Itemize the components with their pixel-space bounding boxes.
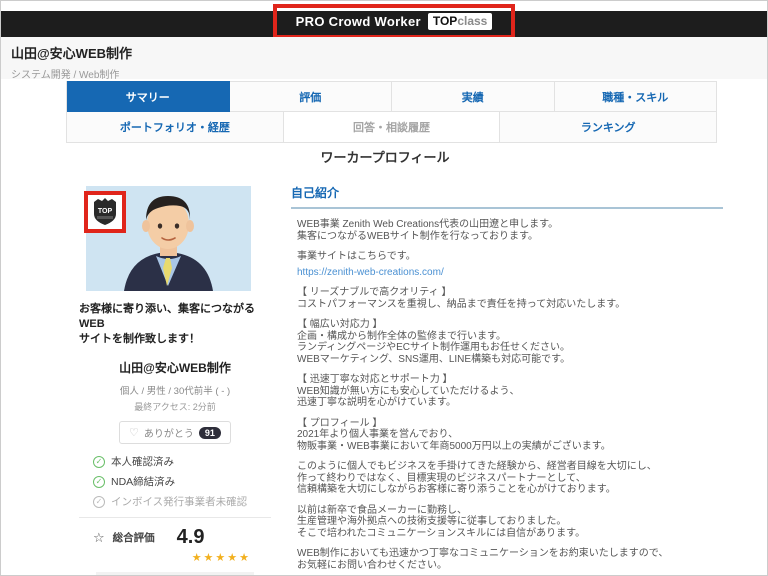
bio-paragraph: WEB制作においても迅速かつ丁寧なコミュニケーションをお約束いたしますので、 お… xyxy=(297,548,723,571)
verif-nda: ✓ NDA締結済み xyxy=(93,474,271,489)
rating-label: 総合評価 xyxy=(113,530,155,545)
self-introduction-body: WEB事業 Zenith Web Creations代表の山田遼と申します。 集… xyxy=(291,219,723,571)
check-circle-icon: ✓ xyxy=(93,476,105,488)
worker-username: 山田@安心WEB制作 xyxy=(11,43,759,62)
tab-reviews[interactable]: 評価 xyxy=(230,81,393,112)
verif-invoice: ✓ インボイス発行事業者未確認 xyxy=(93,494,271,509)
breadcrumb-web-production[interactable]: Web制作 xyxy=(79,70,119,81)
bio-paragraph: 【 幅広い対応力 】 企画・構成から制作全体の監修まで行います。 ランディングペ… xyxy=(297,319,723,365)
profile-photo-wrap: TOP xyxy=(86,186,251,291)
breadcrumb-system-dev[interactable]: システム開発 xyxy=(11,70,71,81)
thanks-button[interactable]: ♡ ありがとう 91 xyxy=(119,421,231,444)
rating-stars: ★★★★★ xyxy=(79,551,271,564)
check-circle-icon: ✓ xyxy=(93,456,105,468)
top-class-chip: TOPclass xyxy=(428,13,492,30)
bio-paragraph: WEB事業 Zenith Web Creations代表の山田遼と申します。 集… xyxy=(297,219,723,242)
bio-paragraph: 以前は新卒で食品メーカーに勤務し、 生産管理や海外拠点への技術支援等に従事してお… xyxy=(297,505,723,540)
self-introduction-section: 自己紹介 WEB事業 Zenith Web Creations代表の山田遼と申し… xyxy=(291,184,723,576)
bio-paragraph: 【 リーズナブルで高クオリティ 】 コストパフォーマンスを重視し、納品まで責任を… xyxy=(297,287,723,310)
bio-paragraph: 【 迅速丁寧な対応とサポート力 】 WEB知識が無い方にも安心していただけるよう… xyxy=(297,374,723,409)
overall-rating-row: ☆ 総合評価 4.9 xyxy=(79,526,271,549)
tab-job-skills[interactable]: 職種・スキル xyxy=(555,81,718,112)
last-access: 最終アクセス: 2分前 xyxy=(79,400,271,413)
bio-paragraph: 【 プロフィール 】 2021年より個人事業を営んでおり、 物販事業・WEB事業… xyxy=(297,418,723,453)
pro-crowdworker-label: PRO Crowd Worker xyxy=(296,14,421,29)
tab-ranking[interactable]: ランキング xyxy=(500,112,717,143)
profile-header: 山田@安心WEB制作 システム開発 / Web制作 xyxy=(1,37,768,79)
bio-paragraph: このように個人でもビジネスを手掛けてきた経験から、経営者目線を大切にし、 作って… xyxy=(297,461,723,496)
svg-text:TOP: TOP xyxy=(98,208,113,215)
breadcrumb-separator: / xyxy=(73,70,76,81)
worker-profile-page: PRO Crowd Worker TOPclass 山田@安心WEB制作 システ… xyxy=(0,0,768,576)
tab-results[interactable]: 実績 xyxy=(392,81,555,112)
thanks-label: ありがとう xyxy=(144,425,194,440)
tab-portfolio-career[interactable]: ポートフォリオ・経歴 xyxy=(67,112,284,143)
tab-qa-history[interactable]: 回答・相談履歴 xyxy=(284,112,501,143)
verification-list: ✓ 本人確認済み ✓ NDA締結済み ✓ インボイス発行事業者未確認 xyxy=(93,454,271,509)
rating-count-strip: 評価件数 29件 xyxy=(96,572,254,576)
business-site-link[interactable]: https://zenith-web-creations.com/ xyxy=(297,267,723,279)
self-introduction-heading: 自己紹介 xyxy=(291,184,723,209)
breadcrumb: システム開発 / Web制作 xyxy=(11,66,759,81)
worker-catchphrase: お客様に寄り添い、集客につながるWEB サイトを制作致します！ xyxy=(79,302,271,347)
rating-value: 4.9 xyxy=(177,526,205,549)
verif-identity: ✓ 本人確認済み xyxy=(93,454,271,469)
profile-left-column: TOP お客様に寄り添い、集客につながるWEB サイトを制作致します！ 山田@安… xyxy=(79,186,271,576)
pro-crowdworker-badge-annotation: PRO Crowd Worker TOPclass xyxy=(273,4,515,39)
worker-name: 山田@安心WEB制作 xyxy=(79,359,271,376)
heart-icon: ♡ xyxy=(129,426,139,439)
tab-summary[interactable]: サマリー xyxy=(67,81,230,112)
divider xyxy=(79,517,271,518)
top-class-emblem-annotation: TOP xyxy=(84,191,126,233)
page-title: ワーカープロフィール xyxy=(1,147,768,166)
bio-paragraph: 事業サイトはこちらです。 xyxy=(297,251,723,263)
top-class-emblem-icon: TOP xyxy=(92,198,118,226)
thanks-count-badge: 91 xyxy=(199,427,221,439)
star-outline-icon: ☆ xyxy=(93,530,105,546)
profile-tabs: サマリー 評価 実績 職種・スキル ポートフォリオ・経歴 回答・相談履歴 ランキ… xyxy=(66,81,717,143)
worker-meta: 個人 / 男性 / 30代前半 ( - ) xyxy=(79,383,271,397)
check-circle-icon: ✓ xyxy=(93,496,105,508)
